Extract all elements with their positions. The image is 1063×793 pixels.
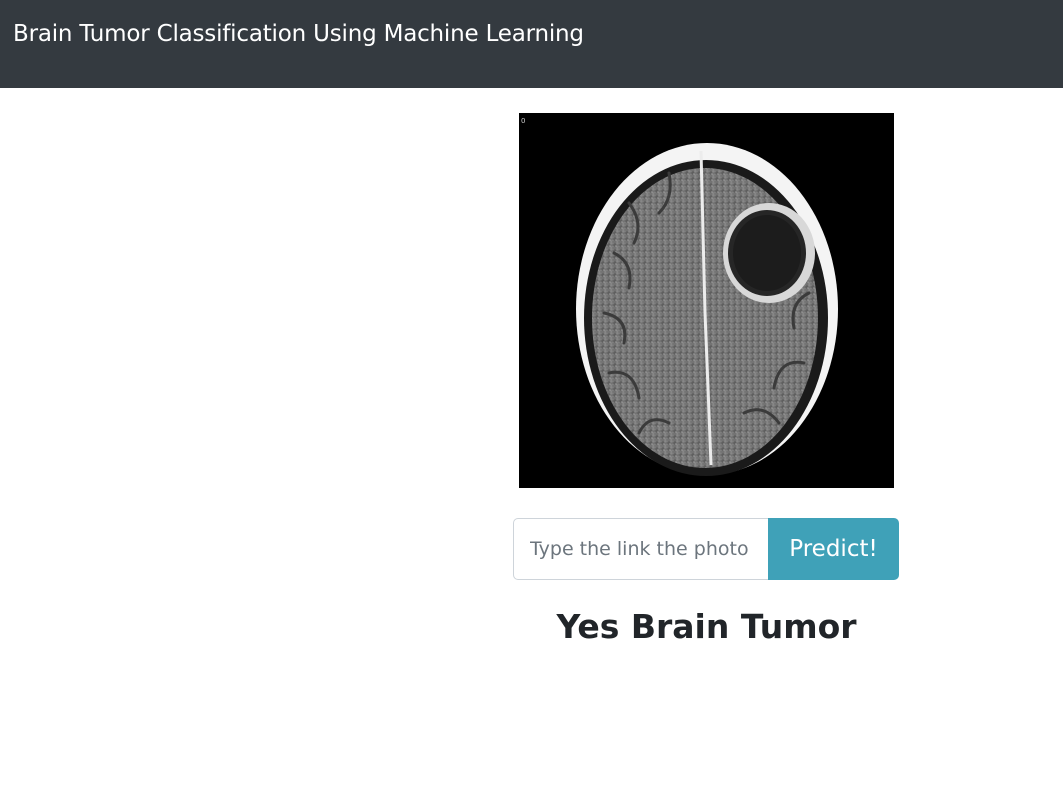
prediction-result: Yes Brain Tumor	[556, 607, 857, 646]
image-link-field[interactable]	[513, 518, 769, 580]
brain-ct-scan-icon: 0	[519, 113, 894, 488]
brain-scan-image: 0	[519, 113, 894, 488]
navbar: Brain Tumor Classification Using Machine…	[0, 0, 1063, 88]
predict-button[interactable]: Predict!	[768, 518, 899, 580]
corner-marker: 0	[521, 117, 525, 125]
app-title: Brain Tumor Classification Using Machine…	[13, 21, 584, 47]
image-link-input[interactable]	[514, 519, 768, 579]
